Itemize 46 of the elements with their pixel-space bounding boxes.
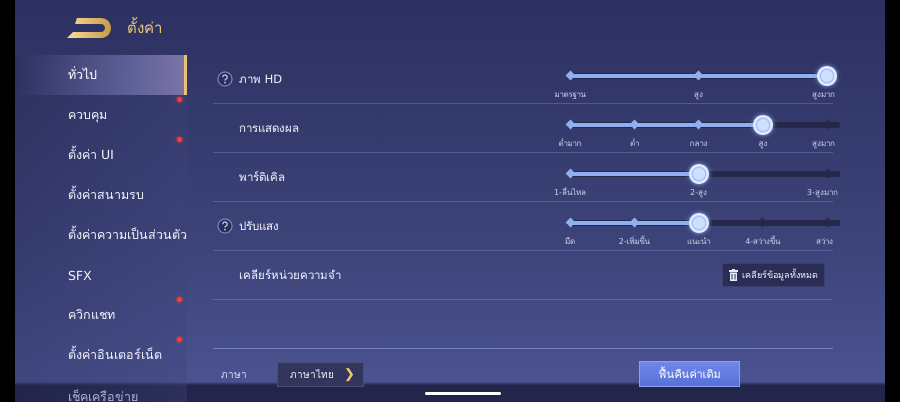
sidebar-item[interactable]: SFX (15, 255, 187, 295)
slider-thumb[interactable] (752, 115, 773, 135)
sidebar-item[interactable]: ตั้งค่าสนามรบ (15, 175, 187, 215)
slider-thumb[interactable] (817, 66, 837, 86)
back-icon[interactable] (67, 16, 111, 38)
help-icon[interactable] (217, 218, 233, 234)
slider-stop-icon (565, 168, 575, 178)
slider-label: 3-สูงมาก (806, 187, 838, 199)
restore-defaults-button[interactable]: ฟื้นคืนค่าเดิม (638, 361, 740, 387)
trash-icon (729, 269, 738, 281)
slider-stop-icon (565, 120, 575, 130)
clear-data-button[interactable]: เคลียร์ข้อมูลทั้งหมด (722, 263, 825, 287)
slider-label: กลาง (690, 138, 708, 150)
slider-label: ต่ำมาก (558, 137, 582, 150)
slider-stop-icon (565, 218, 575, 228)
slider-label: สูงมาก (812, 89, 836, 101)
slider-label: สูงมาก (812, 138, 836, 150)
sidebar-item[interactable]: ควิกแชท (15, 295, 187, 335)
sidebar-item[interactable]: ตั้งค่าความเป็นส่วนตัว (15, 215, 187, 255)
setting-label: เคลียร์หน่วยความจำ (239, 267, 341, 284)
slider-label: สว่าง (816, 236, 833, 248)
help-icon[interactable] (217, 71, 233, 87)
setting-label: ปรับแสง (239, 218, 279, 235)
slider-label: สูง (694, 89, 703, 101)
setting-label: พาร์ติเคิล (239, 169, 285, 186)
slider-thumb[interactable] (688, 213, 708, 233)
page-title: ตั้งค่า (127, 16, 162, 38)
slider-label: 2-สูง (690, 187, 707, 199)
slider-label: มืด (565, 236, 575, 248)
slider-label: 4-สว่างขึ้น (745, 235, 780, 248)
slider-label: 2-เพิ่มขึ้น (618, 235, 650, 248)
sidebar-item[interactable]: ควบคุม (15, 95, 187, 135)
slider-label: ต่ำ (630, 137, 639, 150)
slider-label: มาตรฐาน (554, 89, 586, 101)
language-label: ภาษา (220, 368, 248, 382)
language-button[interactable]: ภาษาไทย ❯ (277, 362, 364, 386)
slider-label: 1-ลื่นไหล (554, 186, 586, 199)
sidebar-item[interactable]: ตั้งค่า UI (15, 135, 187, 175)
sidebar-item[interactable]: เช็คเครือข่าย (15, 375, 187, 402)
slider-stop-icon (565, 70, 575, 80)
slider-thumb[interactable] (688, 164, 708, 184)
slider-label: แนะนำ (687, 236, 710, 248)
sidebar-item[interactable]: ตั้งค่าอินเตอร์เน็ต (15, 335, 187, 375)
setting-label: ภาพ HD (239, 71, 282, 88)
slider-label: สูง (758, 138, 768, 150)
setting-label: การแสดงผล (239, 120, 299, 137)
